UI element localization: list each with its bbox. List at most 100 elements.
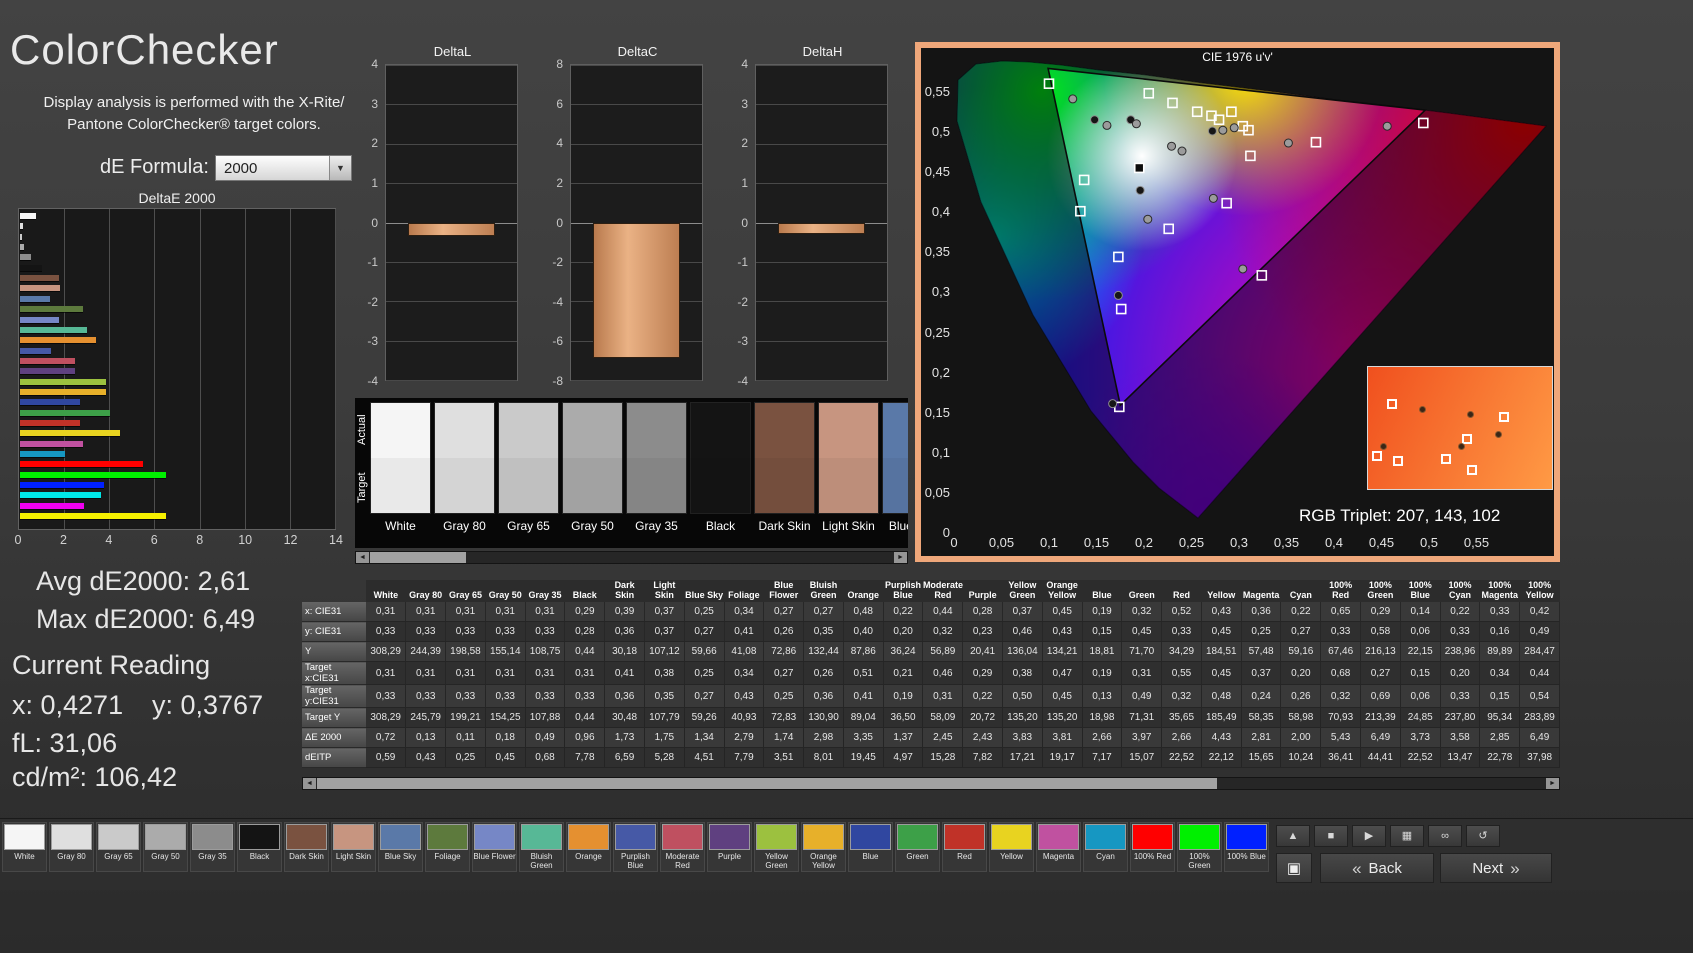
scrollbar-thumb[interactable] xyxy=(317,778,1217,789)
scroll-right-arrow-icon[interactable]: ► xyxy=(894,552,907,563)
continuous-mode-button[interactable]: ∞ xyxy=(1428,825,1462,847)
next-button[interactable]: Next » xyxy=(1440,853,1552,883)
deltae-bar-100pct-magenta xyxy=(20,503,84,509)
play-button[interactable]: ▶ xyxy=(1352,825,1386,847)
patch-color-chip xyxy=(427,824,468,850)
table-cell: 0,43 xyxy=(1201,602,1241,622)
table-cell: 0,29 xyxy=(1361,602,1401,622)
inset-target-marker xyxy=(1441,454,1451,464)
actual-swatch xyxy=(626,402,687,458)
strip-swatch-black: Black xyxy=(690,402,751,533)
patch-button-foliage[interactable]: Foliage xyxy=(425,822,470,872)
back-button-label: Back xyxy=(1369,860,1402,877)
table-cell: 0,51 xyxy=(843,662,883,685)
table-cell: 0,22 xyxy=(883,602,923,622)
patch-button-yellow-green[interactable]: Yellow Green xyxy=(754,822,799,872)
table-cell: 0,38 xyxy=(1003,662,1043,685)
patch-button-cyan[interactable]: Cyan xyxy=(1083,822,1128,872)
table-cell: 0,15 xyxy=(1480,685,1520,708)
pattern-window-button[interactable]: ▦ xyxy=(1390,825,1424,847)
table-cell: 0,27 xyxy=(764,602,804,622)
table-cell: 59,66 xyxy=(684,642,724,662)
patch-button-green[interactable]: Green xyxy=(895,822,940,872)
patch-button-gray-65[interactable]: Gray 65 xyxy=(96,822,141,872)
patch-button-gray-80[interactable]: Gray 80 xyxy=(49,822,94,872)
table-cell: 20,72 xyxy=(963,708,1003,728)
gridline xyxy=(756,301,887,302)
measured-marker xyxy=(1103,121,1111,129)
target-swatch xyxy=(690,458,751,514)
patch-button-orange[interactable]: Orange xyxy=(566,822,611,872)
table-cell: 0,37 xyxy=(1003,602,1043,622)
table-cell: 0,35 xyxy=(804,622,844,642)
axis-tick-label: 0 xyxy=(357,216,378,230)
table-cell: 0,55 xyxy=(1162,662,1202,685)
patch-color-chip xyxy=(944,824,985,850)
axis-tick-label: -3 xyxy=(357,334,378,348)
patch-button-blue-sky[interactable]: Blue Sky xyxy=(378,822,423,872)
chevron-down-icon[interactable]: ▼ xyxy=(329,156,351,180)
scroll-left-arrow-icon[interactable]: ◄ xyxy=(356,552,369,563)
patch-button-100pct-blue[interactable]: 100% Blue xyxy=(1224,822,1269,872)
scroll-right-arrow-icon[interactable]: ► xyxy=(1546,778,1559,789)
patch-button-bluish-green[interactable]: Bluish Green xyxy=(519,822,564,872)
measured-marker xyxy=(1114,291,1122,299)
patch-button-light-skin[interactable]: Light Skin xyxy=(331,822,376,872)
patch-button-white[interactable]: White xyxy=(2,822,47,872)
patch-button-100pct-green[interactable]: 100% Green xyxy=(1177,822,1222,872)
refresh-button[interactable]: ↺ xyxy=(1466,825,1500,847)
table-cell: 71,31 xyxy=(1122,708,1162,728)
deltae-bar-cyan xyxy=(20,451,65,457)
table-cell: 89,89 xyxy=(1480,642,1520,662)
strip-scrollbar[interactable]: ◄ ► xyxy=(355,551,908,564)
table-cell: 0,41 xyxy=(724,622,764,642)
table-cell: 0,49 xyxy=(1122,685,1162,708)
patch-button-gray-50[interactable]: Gray 50 xyxy=(143,822,188,872)
actual-swatch xyxy=(498,402,559,458)
table-cell: 3,58 xyxy=(1440,728,1480,748)
patch-button-magenta[interactable]: Magenta xyxy=(1036,822,1081,872)
stop-button[interactable]: ■ xyxy=(1314,825,1348,847)
table-cell: 15,07 xyxy=(1122,748,1162,768)
patch-button-dark-skin[interactable]: Dark Skin xyxy=(284,822,329,872)
patch-button-moderate-red[interactable]: Moderate Red xyxy=(660,822,705,872)
patch-button-blue[interactable]: Blue xyxy=(848,822,893,872)
patch-button-blue-flower[interactable]: Blue Flower xyxy=(472,822,517,872)
patch-button-100pct-red[interactable]: 100% Red xyxy=(1130,822,1175,872)
table-cell: 59,16 xyxy=(1281,642,1321,662)
table-cell: 0,31 xyxy=(446,602,486,622)
table-scrollbar[interactable]: ◄ ► xyxy=(302,777,1560,790)
de-formula-dropdown[interactable]: 2000 ▼ xyxy=(215,155,352,181)
strip-swatch-blue-sky: Blue Sky xyxy=(882,402,908,533)
table-cell: 0,68 xyxy=(1321,662,1361,685)
pattern-display-button[interactable]: ▣ xyxy=(1276,853,1312,883)
table-cell: 7,78 xyxy=(565,748,605,768)
patch-button-label: Blue xyxy=(849,851,892,871)
eject-button[interactable]: ▲ xyxy=(1276,825,1310,847)
table-cell: 22,52 xyxy=(1400,748,1440,768)
table-cell: 185,49 xyxy=(1201,708,1241,728)
table-cell: 0,27 xyxy=(684,685,724,708)
inset-target-marker xyxy=(1372,451,1382,461)
patch-button-yellow[interactable]: Yellow xyxy=(989,822,1034,872)
gridline xyxy=(571,104,702,105)
back-button[interactable]: « Back xyxy=(1320,853,1434,883)
swatch-label: Gray 35 xyxy=(626,519,687,533)
table-cell: 2,45 xyxy=(923,728,963,748)
patch-button-purplish-blue[interactable]: Purplish Blue xyxy=(613,822,658,872)
scrollbar-thumb[interactable] xyxy=(370,552,466,563)
deltae-bar-moderate-red xyxy=(20,358,75,364)
scroll-left-arrow-icon[interactable]: ◄ xyxy=(303,778,316,789)
patch-button-orange-yellow[interactable]: Orange Yellow xyxy=(801,822,846,872)
patch-button-purple[interactable]: Purple xyxy=(707,822,752,872)
axis-tick-label: -3 xyxy=(727,334,748,348)
deltaC-chart: DeltaC 86420-2-4-6-8 xyxy=(545,44,713,406)
table-cell: 0,33 xyxy=(406,685,446,708)
patch-button-red[interactable]: Red xyxy=(942,822,987,872)
target-marker xyxy=(1135,163,1144,172)
table-cell: 0,59 xyxy=(366,748,406,768)
table-cell: 0,48 xyxy=(1201,685,1241,708)
patch-button-black[interactable]: Black xyxy=(237,822,282,872)
patch-button-gray-35[interactable]: Gray 35 xyxy=(190,822,235,872)
table-cell: 244,39 xyxy=(406,642,446,662)
